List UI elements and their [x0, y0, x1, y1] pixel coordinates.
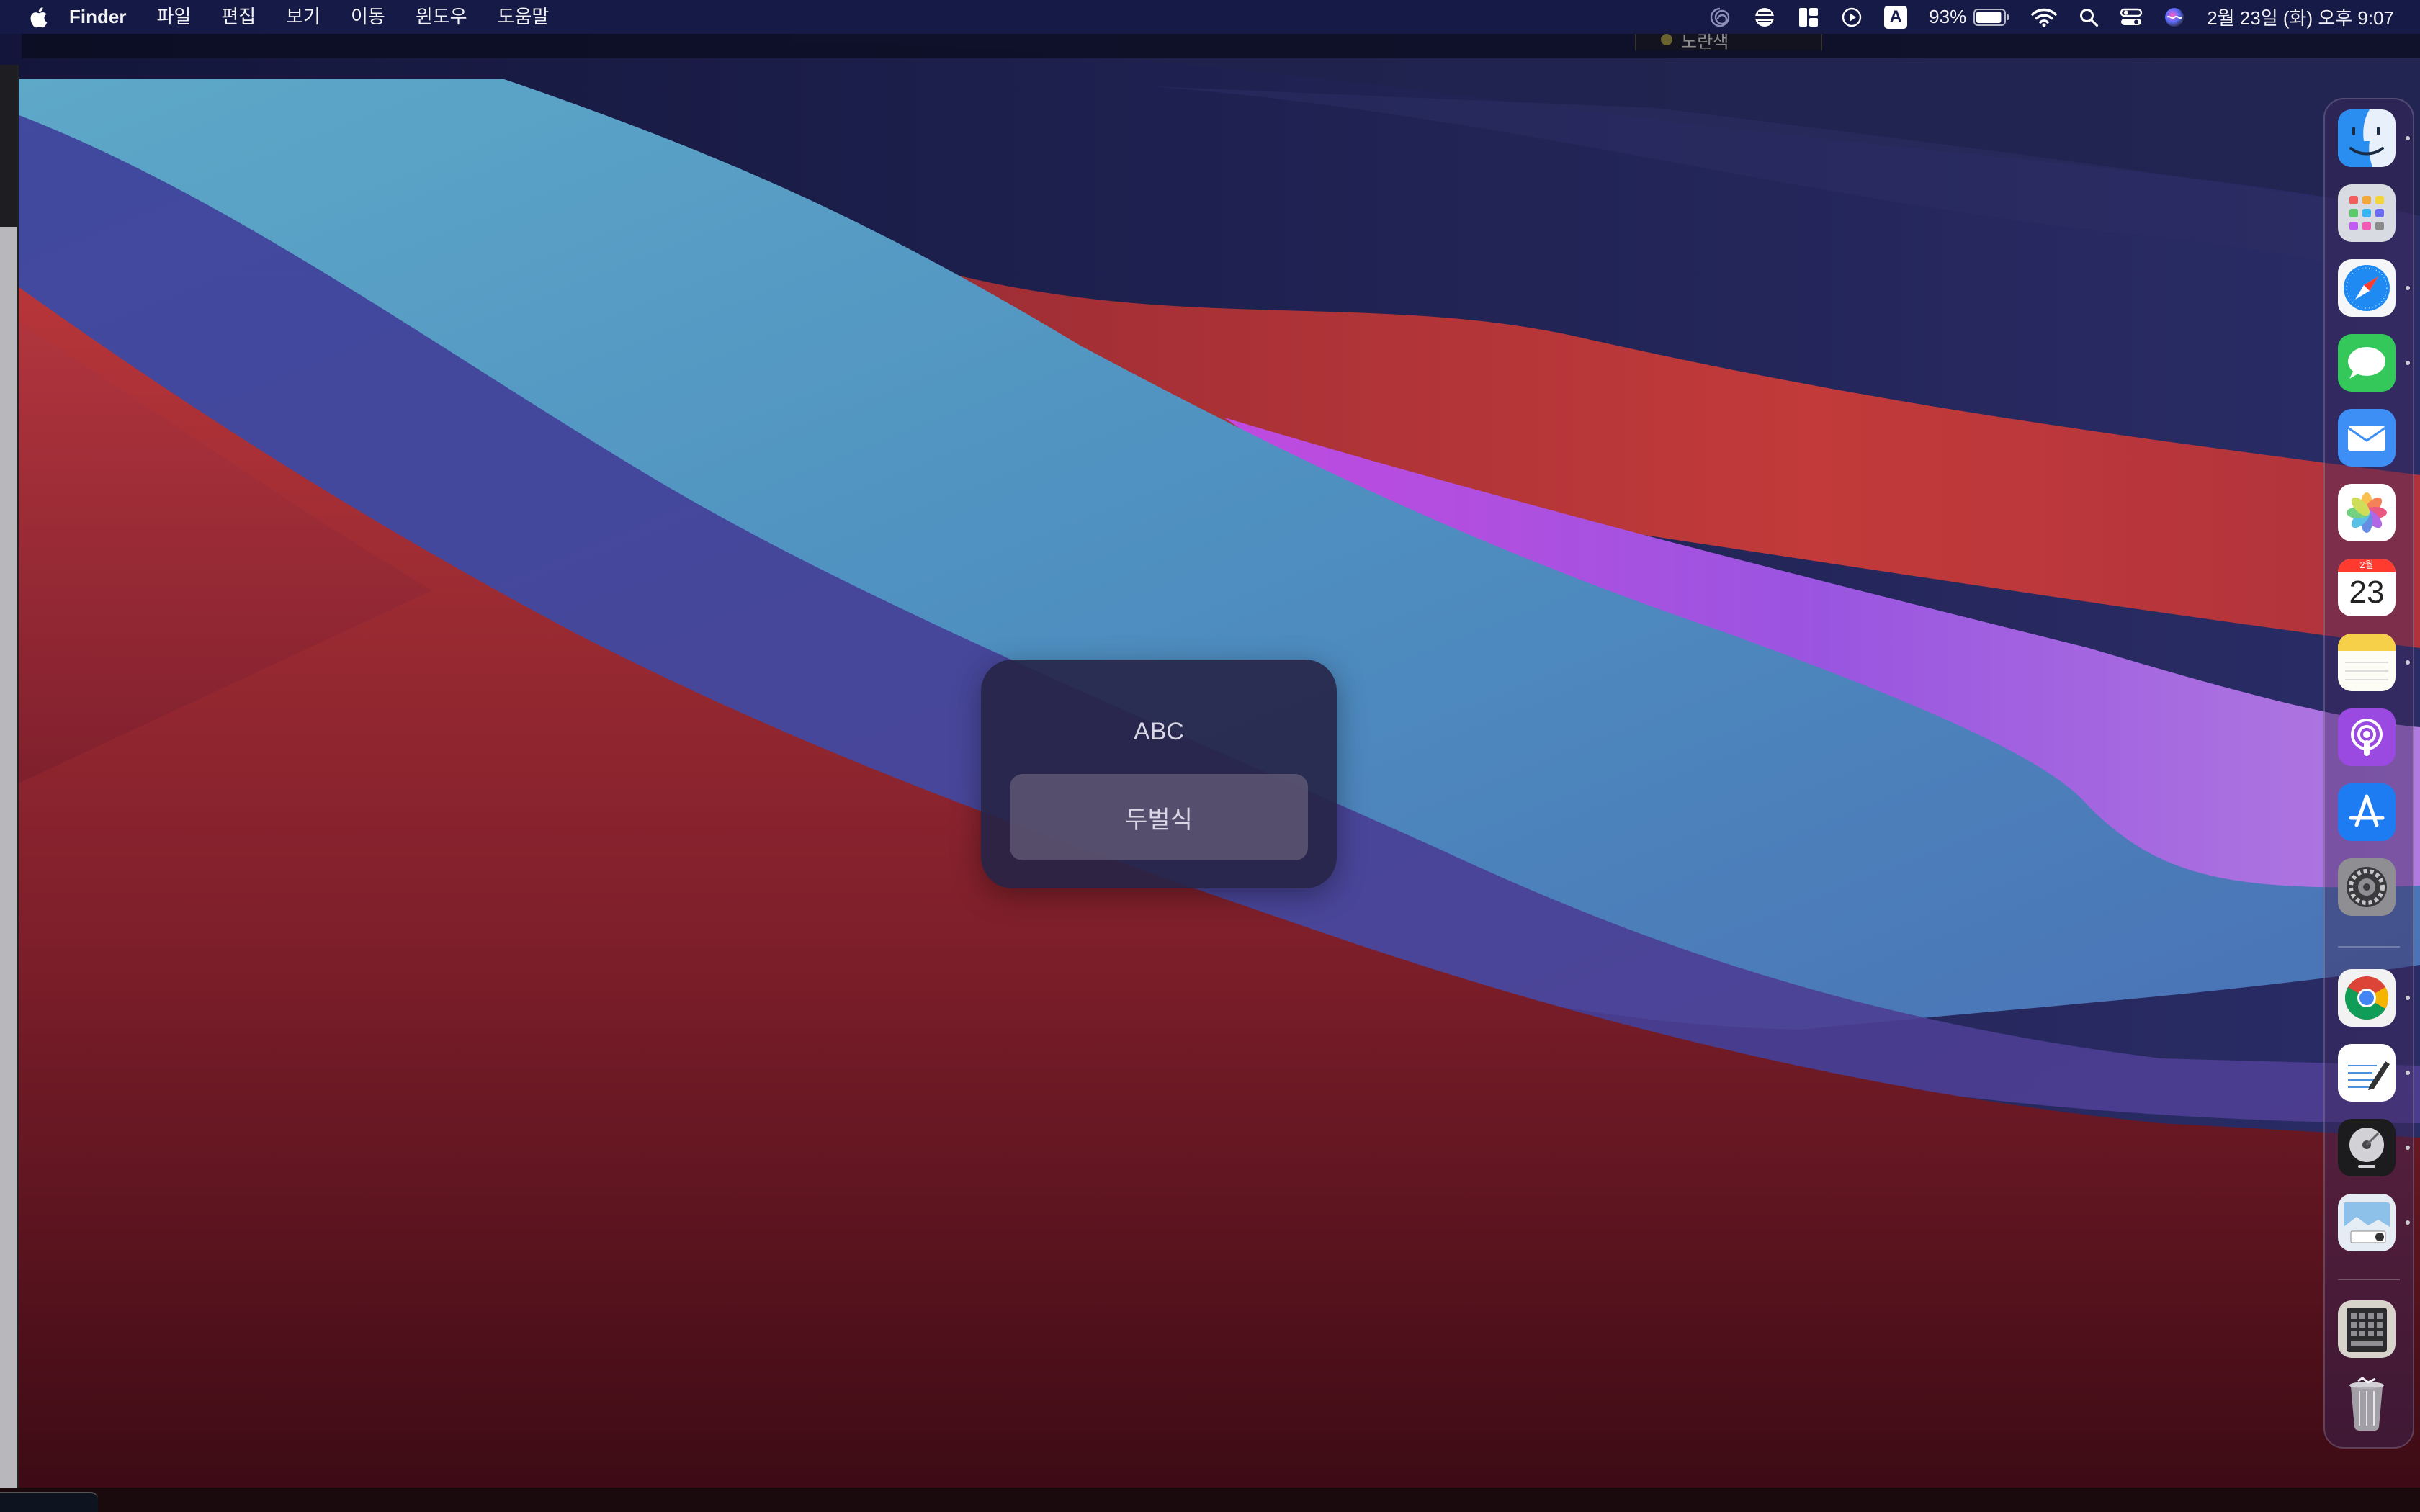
vpn-status-icon[interactable]: [1753, 0, 1776, 34]
wifi-icon[interactable]: [2031, 0, 2057, 34]
dock-running-indicator: [2406, 996, 2410, 1000]
textedit-pen-icon: [2348, 1061, 2390, 1090]
background-window-titlebar: [22, 34, 2420, 58]
menu-view[interactable]: 보기: [271, 0, 336, 34]
menu-file[interactable]: 파일: [141, 0, 206, 34]
battery-percent: 93%: [1929, 6, 1967, 27]
play-circle-icon[interactable]: [1841, 0, 1863, 34]
dock-running-indicator: [2406, 286, 2410, 290]
dock-textedit[interactable]: [2338, 1044, 2396, 1102]
background-window-sidebar: [0, 65, 17, 227]
dock-keyboard-viewer[interactable]: [2338, 1300, 2396, 1358]
dock-system-preferences[interactable]: [2338, 858, 2396, 916]
calendar-month: 2월: [2338, 559, 2396, 572]
menu-help[interactable]: 도움말: [483, 0, 565, 34]
dock-running-indicator: [2406, 1146, 2410, 1150]
calendar-day: 23: [2349, 575, 2385, 610]
notes-icon: [2338, 634, 2396, 680]
input-option-abc[interactable]: ABC: [1010, 688, 1308, 775]
input-source-indicator[interactable]: A: [1884, 0, 1908, 34]
menu-bar: Finder 파일 편집 보기 이동 윈도우 도움말 A 93% 2월 23일 …: [0, 0, 2420, 34]
menu-edit[interactable]: 편집: [206, 0, 271, 34]
trash-icon: [2349, 1377, 2384, 1431]
dock-separator: [2338, 1279, 2400, 1280]
dock-separator: [2338, 946, 2400, 948]
messages-bubble-icon: [2348, 347, 2385, 379]
dock-finder[interactable]: [2338, 109, 2396, 167]
input-option-korean-label: 두벌식: [1125, 806, 1193, 834]
dock: 2월 23: [2323, 98, 2414, 1449]
desktop: 노란색 Finder 파일 편집 보기 이동 윈도우 도움말 A 93% 2월 …: [0, 0, 2420, 1512]
apple-icon[interactable]: [29, 0, 48, 34]
spiral-status-icon[interactable]: [1708, 0, 1731, 34]
finder-icon: [2338, 109, 2396, 167]
background-window-bottom: [0, 1488, 2420, 1512]
dock-disk-utility[interactable]: [2338, 1119, 2396, 1176]
menu-app-name[interactable]: Finder: [48, 0, 141, 34]
dock-photos[interactable]: [2338, 484, 2396, 541]
keyboard-icon: [2347, 1308, 2387, 1352]
input-source-letter: A: [1884, 5, 1908, 29]
disk-utility-icon: [2349, 1128, 2384, 1168]
background-window-tab[interactable]: [0, 1492, 98, 1512]
dock-running-indicator: [2406, 136, 2410, 140]
gear-icon: [2347, 867, 2387, 907]
launchpad-icon: [2349, 196, 2384, 230]
spotlight-search-icon[interactable]: [2079, 0, 2099, 34]
menu-go[interactable]: 이동: [336, 0, 400, 34]
menu-window[interactable]: 윈도우: [400, 0, 483, 34]
battery-icon: [1973, 8, 2009, 26]
dock-notes[interactable]: [2338, 634, 2396, 691]
app-store-icon: [2349, 794, 2385, 827]
dock-launchpad[interactable]: [2338, 184, 2396, 242]
dock-mail[interactable]: [2338, 409, 2396, 467]
siri-icon[interactable]: [2164, 0, 2185, 34]
mail-envelope-icon: [2347, 426, 2386, 451]
dock-running-indicator: [2406, 660, 2410, 665]
dock-running-indicator: [2406, 1220, 2410, 1225]
dock-trash[interactable]: [2338, 1375, 2396, 1433]
clock-datetime[interactable]: 2월 23일 (화) 오후 9:07: [2207, 4, 2394, 30]
dock-messages[interactable]: [2338, 334, 2396, 392]
preview-photos-icon: [2344, 1202, 2390, 1243]
safari-compass-icon: [2344, 265, 2390, 311]
input-option-abc-label: ABC: [1134, 717, 1184, 745]
tag-color-dot: [1661, 34, 1672, 45]
dock-calendar[interactable]: 2월 23: [2338, 559, 2396, 616]
battery-status[interactable]: 93%: [1929, 0, 2009, 34]
input-source-switcher: ABC 두벌식: [981, 660, 1337, 888]
window-layout-icon[interactable]: [1798, 0, 1819, 34]
background-window-edge[interactable]: [0, 65, 19, 1490]
chrome-icon: [2344, 976, 2389, 1020]
dock-preview[interactable]: [2338, 1194, 2396, 1251]
dock-chrome[interactable]: [2338, 969, 2396, 1027]
dock-app-store[interactable]: [2338, 783, 2396, 841]
dock-running-indicator: [2406, 361, 2410, 365]
dock-safari[interactable]: [2338, 259, 2396, 317]
podcasts-icon: [2351, 719, 2383, 756]
dock-running-indicator: [2406, 1071, 2410, 1075]
input-option-korean-2set[interactable]: 두벌식: [1010, 774, 1308, 860]
dock-podcasts[interactable]: [2338, 708, 2396, 766]
photos-flower-icon: [2347, 492, 2387, 533]
control-center-icon[interactable]: [2120, 0, 2143, 34]
